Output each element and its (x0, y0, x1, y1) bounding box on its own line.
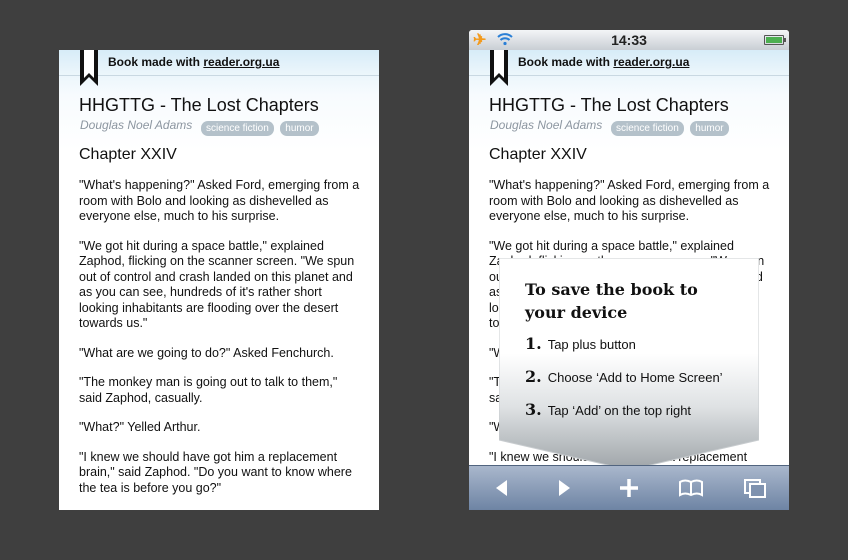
battery-icon (764, 35, 786, 45)
paragraph: "What's happening?" Asked Ford, emerging… (489, 178, 770, 223)
header-divider (59, 75, 379, 76)
pages-button[interactable] (741, 474, 769, 502)
book-header: Book made with reader.org.ua HHGTTG - Th… (59, 50, 379, 154)
back-icon (496, 480, 507, 496)
forward-icon (559, 480, 570, 496)
chapter-text: "What's happening?" Asked Ford, emerging… (79, 178, 361, 510)
reader-link[interactable]: reader.org.ua (203, 55, 279, 69)
pages-icon (744, 479, 766, 498)
book-author: Douglas Noel Adams (490, 118, 603, 132)
status-bar: ✈ 14:33 (469, 30, 789, 51)
paragraph: "The monkey man is going out to talk to … (79, 375, 338, 405)
forward-button[interactable] (550, 474, 578, 502)
chapter-title: Chapter XXIV (79, 146, 177, 163)
add-icon (620, 479, 638, 497)
chapter-title: Chapter XXIV (489, 146, 587, 163)
popup-step: 1. Tap plus button (525, 334, 636, 353)
tag-badge[interactable]: science fiction (611, 121, 684, 136)
header-divider (469, 75, 789, 76)
save-book-popup[interactable]: To save the book to your device 1. Tap pl… (499, 258, 759, 470)
book-title: HHGTTG - The Lost Chapters (79, 95, 319, 115)
popup-step: 2. Choose ‘Add to Home Screen’ (525, 367, 723, 386)
made-with-text: Book made with reader.org.ua (518, 55, 689, 69)
tag-list: science fiction humor (611, 118, 731, 136)
reader-screen-left: Book made with reader.org.ua HHGTTG - Th… (59, 50, 379, 510)
made-with-text: Book made with reader.org.ua (108, 55, 279, 69)
step-number: 2. (525, 367, 542, 386)
paragraph: "What's happening?" Asked Ford, emerging… (79, 178, 360, 223)
paragraph: "What are we going to do?" Asked Fenchur… (79, 345, 334, 360)
back-button[interactable] (488, 474, 516, 502)
step-number: 1. (525, 334, 542, 353)
bookmarks-button[interactable] (677, 474, 705, 502)
step-text: Choose ‘Add to Home Screen’ (547, 370, 723, 385)
add-button[interactable] (615, 474, 643, 502)
step-text: Tap plus button (547, 337, 636, 352)
tag-badge[interactable]: science fiction (201, 121, 274, 136)
tag-badge[interactable]: humor (690, 121, 729, 136)
bookmark-icon (80, 50, 98, 86)
bookmark-icon (490, 50, 508, 86)
page-content: Book made with reader.org.ua HHGTTG - Th… (469, 50, 789, 495)
book-header: Book made with reader.org.ua HHGTTG - Th… (469, 50, 789, 154)
book-title: HHGTTG - The Lost Chapters (489, 95, 729, 115)
tag-badge[interactable]: humor (280, 121, 319, 136)
reader-link[interactable]: reader.org.ua (613, 55, 689, 69)
bookmarks-icon (679, 479, 703, 497)
popup-title: To save the book to your device (525, 280, 698, 322)
made-with-prefix: Book made with (518, 55, 611, 69)
paragraph: "What?" Yelled Arthur. (79, 420, 201, 434)
reader-screen-right: ✈ 14:33 Book made with reader.org.ua HHG… (469, 30, 789, 510)
tag-list: science fiction humor (201, 118, 321, 136)
status-time: 14:33 (611, 32, 647, 48)
popup-step: 3. Tap ‘Add’ on the top right (525, 400, 691, 419)
book-author: Douglas Noel Adams (80, 118, 193, 132)
paragraph: "We got hit during a space battle," expl… (79, 238, 355, 331)
browser-toolbar (469, 465, 789, 510)
made-with-prefix: Book made with (108, 55, 201, 69)
step-number: 3. (525, 400, 542, 419)
paragraph: "I knew we should have got him a replace… (79, 449, 352, 495)
step-text: Tap ‘Add’ on the top right (547, 403, 692, 418)
page-content: Book made with reader.org.ua HHGTTG - Th… (59, 50, 379, 495)
